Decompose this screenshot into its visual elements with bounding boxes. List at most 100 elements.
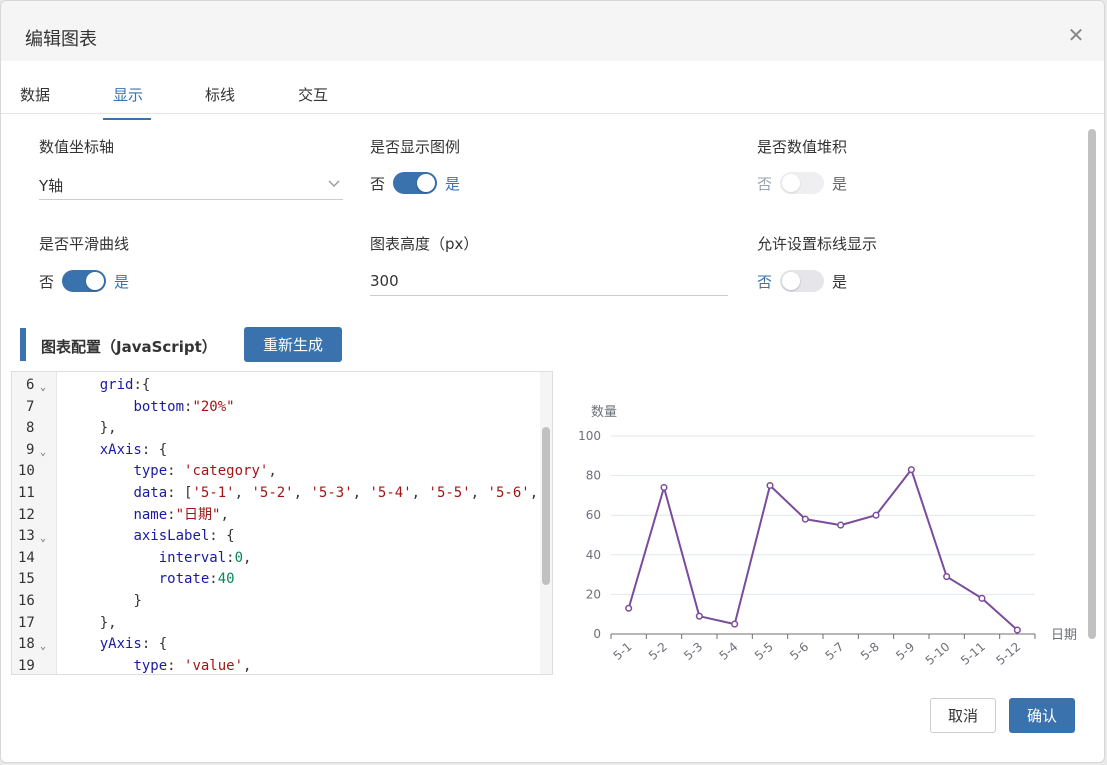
line-number: 7 (26, 398, 35, 415)
data-point (731, 620, 739, 628)
fold-chevron-icon[interactable]: ⌄ (40, 442, 46, 464)
code-text: bottom:"20%" (133, 398, 235, 415)
y-tick-label: 20 (586, 587, 601, 601)
line-number: 11 (18, 485, 35, 501)
code-text: name:"日期", (133, 506, 229, 523)
value-axis-select[interactable]: Y轴 (39, 171, 343, 200)
line-number: 19 (18, 657, 35, 674)
code-text: rotate:40 (158, 571, 235, 588)
switch-knob (782, 174, 801, 192)
data-point (766, 481, 774, 490)
smooth-curve-switch[interactable] (62, 270, 107, 292)
show-legend-label: 是否显示图例 (370, 138, 461, 156)
code-text: }, (99, 420, 117, 437)
x-tick-label: 5-2 (646, 640, 670, 663)
editor-scrollbar[interactable] (540, 372, 552, 674)
stack-values-toggle-row: 否 是 (757, 171, 847, 195)
x-tick-label: 5-7 (823, 640, 847, 663)
tab-markline[interactable]: 标线 (205, 84, 235, 113)
stack-values-off-label: 否 (757, 174, 773, 193)
data-point (837, 521, 845, 529)
fold-chevron-icon[interactable]: ⌄ (40, 636, 46, 658)
regenerate-button[interactable]: 重新生成 (244, 327, 342, 362)
stack-values-label: 是否数值堆积 (757, 138, 848, 156)
fold-chevron-icon[interactable]: ⌄ (40, 377, 46, 399)
x-tick-label: 5-9 (893, 640, 917, 663)
x-tick-label: 5-5 (752, 640, 776, 663)
x-axis-name: 日期 (1051, 628, 1077, 643)
allow-markline-switch[interactable] (780, 270, 825, 292)
y-tick-label: 60 (586, 508, 601, 522)
tab-interaction[interactable]: 交互 (298, 84, 328, 113)
smooth-curve-label: 是否平滑曲线 (39, 235, 130, 253)
data-point (625, 604, 633, 612)
dialog-title: 编辑图表 (25, 29, 97, 50)
chart-height-input[interactable] (370, 267, 728, 296)
tab-data[interactable]: 数据 (20, 84, 50, 113)
value-axis-value: Y轴 (39, 177, 64, 195)
x-tick-label: 5-4 (717, 640, 741, 663)
x-tick-label: 5-10 (923, 640, 953, 668)
tab-display[interactable]: 显示 (102, 84, 152, 120)
code-text: } (133, 593, 142, 609)
x-tick-label: 5-3 (681, 640, 705, 663)
data-point (907, 466, 915, 474)
confirm-button[interactable]: 确认 (1009, 698, 1075, 733)
smooth-curve-on-label: 是 (114, 272, 130, 291)
value-axis-label: 数值坐标轴 (39, 138, 115, 156)
tab-bar: 数据 显示 标线 交互 (1, 61, 1104, 120)
allow-markline-off-label: 否 (757, 272, 773, 291)
y-tick-label: 80 (586, 469, 601, 483)
line-number: 13 (18, 528, 35, 545)
y-tick-label: 40 (586, 548, 601, 562)
code-text: }, (99, 614, 117, 631)
allow-markline-label: 允许设置标线显示 (757, 235, 878, 253)
line-number: 18 (18, 636, 35, 653)
code-text: data: ['5-1', '5-2', '5-3', '5-4', '5-5'… (133, 485, 539, 501)
code-text: grid:{ (99, 377, 151, 393)
show-legend-on-label: 是 (445, 174, 461, 193)
code-text: type: 'category', (133, 463, 277, 480)
data-point (695, 612, 703, 620)
code-text: xAxis: { (99, 441, 168, 458)
x-tick-label: 5-8 (858, 640, 882, 663)
allow-markline-on-label: 是 (832, 272, 848, 291)
line-number: 14 (18, 549, 35, 566)
data-point (801, 515, 809, 523)
y-axis-name: 数量 (591, 405, 617, 420)
code-text: yAxis: { (99, 636, 168, 653)
editor-scroll-thumb[interactable] (542, 427, 550, 585)
close-icon[interactable]: ✕ (1066, 25, 1086, 45)
line-number: 12 (18, 506, 35, 523)
edit-chart-dialog: 编辑图表 ✕ 数据 显示 标线 交互 数值坐标轴 Y轴 是否显示图例 否 是 是… (0, 0, 1105, 763)
switch-knob (782, 272, 801, 290)
fold-chevron-icon[interactable]: ⌄ (40, 528, 46, 550)
config-section-title: 图表配置（JavaScript） (41, 338, 217, 356)
x-tick-label: 5-6 (787, 640, 811, 663)
stack-values-switch[interactable] (780, 172, 825, 194)
show-legend-switch[interactable] (393, 172, 438, 194)
stack-values-on-label: 是 (832, 174, 848, 193)
dialog-header: 编辑图表 ✕ (1, 1, 1104, 61)
chart-preview: 0 20 40 60 80 100 5-1 5-2 5-3 5-4 5-5 5-6 5-7 5-8 5-9 5… (563, 396, 1083, 686)
dialog-scrollbar-thumb[interactable] (1088, 129, 1096, 639)
data-point (660, 483, 668, 492)
smooth-curve-toggle-row: 否 是 (39, 269, 129, 293)
line-number: 15 (18, 571, 35, 588)
y-tick-label: 100 (578, 429, 601, 443)
x-tick-label: 5-12 (993, 640, 1023, 668)
data-point (872, 511, 880, 519)
chevron-down-icon (328, 180, 340, 187)
section-accent-bar (20, 328, 26, 361)
show-legend-toggle-row: 否 是 (370, 171, 460, 195)
line-number: 8 (26, 420, 35, 437)
cancel-button[interactable]: 取消 (930, 698, 996, 733)
x-tick-label: 5-1 (611, 640, 635, 663)
series-line (627, 468, 1019, 631)
switch-knob (86, 272, 105, 290)
line-number: 10 (18, 463, 35, 480)
allow-markline-toggle-row: 否 是 (757, 269, 847, 293)
switch-knob (417, 174, 436, 192)
line-chart: 0 20 40 60 80 100 5-1 5-2 5-3 5-4 5-5 5-6 5-7 5-8 5-9 5… (578, 405, 1077, 668)
code-editor[interactable]: 6 ⌄ grid:{7 bottom:"20%" 8 }, 9 ⌄ xAxis: {10… (11, 371, 553, 675)
